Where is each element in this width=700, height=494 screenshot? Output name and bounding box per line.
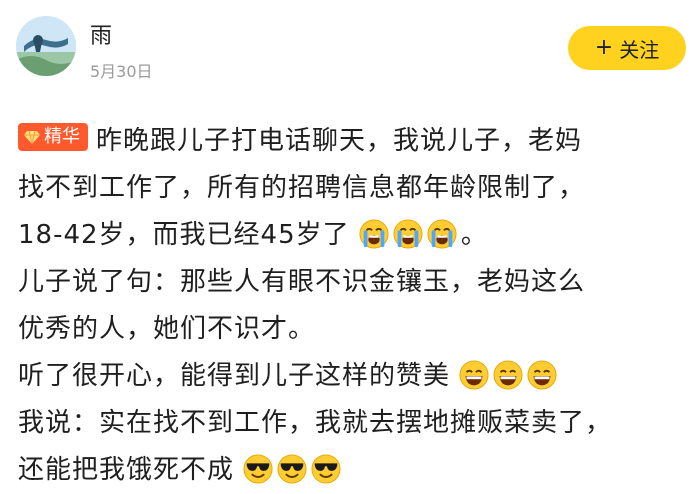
post-date: 5月30日 [90, 62, 153, 81]
post-line: 找不到工作了，所有的招聘信息都年龄限制了， [18, 165, 688, 212]
post-line-text: 优秀的人，她们不识才。 [18, 314, 316, 344]
post-line-text: 昨晚跟儿子打电话聊天，我说儿子，老妈 [96, 126, 583, 156]
loudly-crying-face-icon [393, 219, 423, 249]
post-content: 精华 昨晚跟儿子打电话聊天，我说儿子，老妈 找不到工作了，所有的招聘信息都年龄限… [18, 118, 688, 494]
post-header: 雨 5月30日 + 关注 [0, 0, 700, 100]
follow-button[interactable]: + 关注 [568, 26, 686, 70]
post-line: 优秀的人，她们不识才。 [18, 306, 688, 353]
avatar[interactable] [16, 16, 76, 76]
post-line-text: 18-42岁，而我已经45岁了 [18, 220, 350, 250]
post-line: 18-42岁，而我已经45岁了 。 [18, 212, 688, 259]
post-line: 我说：实在找不到工作，我就去摆地摊贩菜卖了， [18, 400, 688, 447]
post-line: 还能把我饿死不成 [18, 447, 688, 494]
follow-label: 关注 [619, 37, 660, 62]
grinning-face-icon [459, 360, 489, 390]
loudly-crying-face-icon [427, 219, 457, 249]
featured-badge: 精华 [18, 123, 88, 151]
smiling-face-with-sunglasses-icon [277, 454, 307, 484]
post-line: 儿子说了句：那些人有眼不识金镶玉，老妈这么 [18, 259, 688, 306]
avatar-image [16, 16, 76, 76]
post-line-text: 。 [460, 220, 488, 250]
grinning-face-icon [527, 360, 557, 390]
post-line-text: 听了很开心，能得到儿子这样的赞美 [18, 361, 451, 391]
post-line-text: 还能把我饿死不成 [18, 455, 235, 485]
loudly-crying-face-icon [359, 219, 389, 249]
featured-badge-label: 精华 [44, 126, 80, 147]
plus-icon: + [594, 35, 614, 60]
post-line: 听了很开心，能得到儿子这样的赞美 [18, 353, 688, 400]
grinning-face-icon [493, 360, 523, 390]
post-line-text: 找不到工作了，所有的招聘信息都年龄限制了， [18, 173, 586, 203]
post-line-text: 我说：实在找不到工作，我就去摆地摊贩菜卖了， [18, 408, 613, 438]
post-line: 精华 昨晚跟儿子打电话聊天，我说儿子，老妈 [18, 118, 688, 165]
post-line-text: 儿子说了句：那些人有眼不识金镶玉，老妈这么 [18, 267, 586, 297]
diamond-icon [24, 130, 40, 145]
smiling-face-with-sunglasses-icon [243, 454, 273, 484]
username[interactable]: 雨 [90, 18, 112, 50]
smiling-face-with-sunglasses-icon [311, 454, 341, 484]
